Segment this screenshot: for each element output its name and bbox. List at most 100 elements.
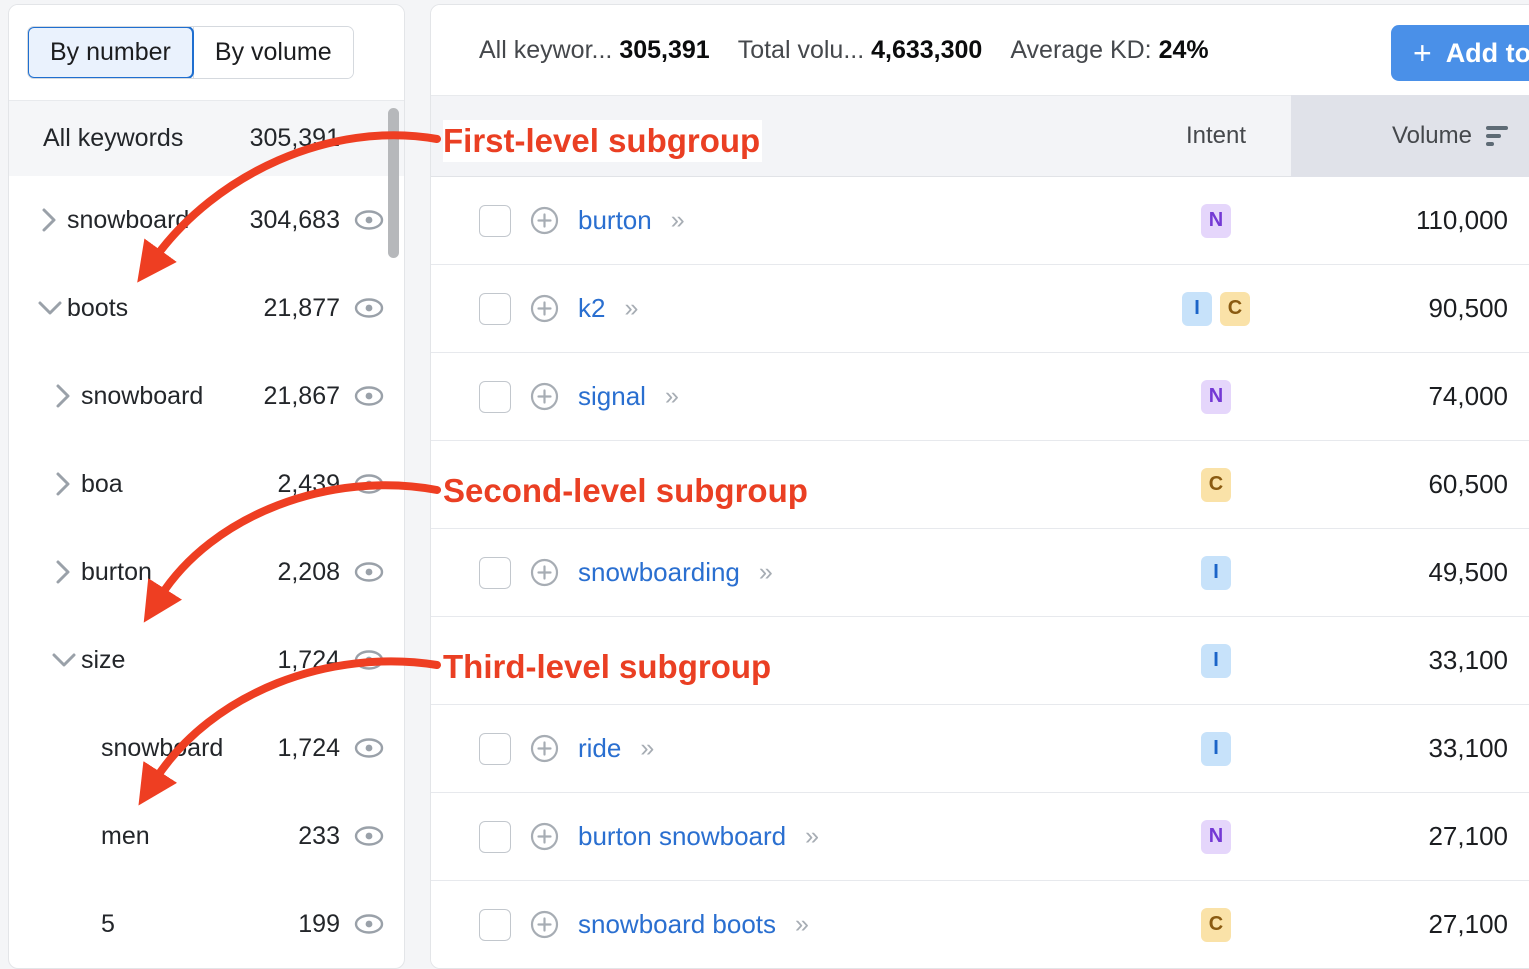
table-row[interactable]: burton snowboard » N 27,100 [431,793,1529,881]
chevron-right-icon[interactable] [33,207,67,233]
keyword-text[interactable]: snowboarding [578,557,740,588]
expand-keyword-icon[interactable]: » [805,824,819,849]
intent-badge[interactable]: C [1201,467,1231,502]
add-keyword-icon[interactable] [530,294,559,323]
add-keyword-icon[interactable] [530,822,559,851]
keyword-cell: burton snowboard » [431,820,1141,853]
eye-icon[interactable] [354,562,384,582]
add-keyword-icon[interactable] [530,734,559,763]
expand-keyword-icon[interactable]: » [759,560,773,585]
sidebar-scrollbar-track[interactable] [387,101,401,968]
expand-keyword-icon[interactable]: » [671,208,685,233]
tree-count: 1,724 [277,733,340,762]
intent-badge[interactable]: I [1201,643,1231,678]
expand-keyword-icon[interactable]: » [640,736,654,761]
table-row[interactable]: ride » I 33,100 [431,705,1529,793]
chevron-right-icon[interactable] [47,471,81,497]
tree-row-boa[interactable]: boa 2,439 [9,440,404,528]
keyword-cell: k2 » [431,292,1141,325]
keyword-text[interactable]: snowboard boots [578,909,776,940]
tree-row-men[interactable]: men 233 [9,792,404,880]
tree-count: 304,683 [249,205,340,234]
intent-badge[interactable]: I [1201,555,1231,590]
metric-label: Average KD: [1010,35,1152,64]
tree-count: 2,208 [277,557,340,586]
eye-icon[interactable] [354,474,384,494]
expand-keyword-icon[interactable]: » [624,296,638,321]
tree-label: boots [67,293,129,322]
tree-row-boots[interactable]: boots 21,877 [9,264,404,352]
volume-cell: 27,100 [1428,909,1508,939]
intent-badge[interactable]: I [1182,291,1212,326]
eye-icon[interactable] [354,298,384,318]
intent-badge[interactable]: C [1220,291,1250,326]
chevron-right-icon[interactable] [47,383,81,409]
summary-metrics-bar: All keywor... 305,391 Total volu... 4,63… [431,5,1529,95]
keyword-text[interactable]: ride [578,733,621,764]
expand-keyword-icon[interactable]: » [665,384,679,409]
tree-count: 21,877 [263,293,340,322]
add-keyword-icon[interactable] [530,910,559,939]
tree-label: boa [81,469,123,498]
segment-by-number[interactable]: By number [27,27,194,78]
tree-row-burton[interactable]: burton 2,208 [9,528,404,616]
segment-by-volume[interactable]: By volume [192,27,353,78]
intent-badge[interactable]: N [1201,819,1231,854]
row-checkbox[interactable] [479,820,511,853]
sort-descending-icon[interactable] [1486,126,1508,146]
intent-badge[interactable]: C [1201,907,1231,942]
tree-row-size[interactable]: size 1,724 [9,616,404,704]
keyword-text[interactable]: burton [578,205,652,236]
plus-icon: + [1413,35,1432,71]
intent-badge[interactable]: N [1201,203,1231,238]
intent-badge[interactable]: I [1201,731,1231,766]
expand-keyword-icon[interactable]: » [795,912,809,937]
table-row[interactable]: snowboarding » I 49,500 [431,529,1529,617]
table-row[interactable]: k2 » I C 90,500 [431,265,1529,353]
chevron-down-icon[interactable] [47,651,81,669]
chevron-down-icon[interactable] [33,299,67,317]
row-checkbox[interactable] [479,908,511,941]
sidebar-toolbar: By number By volume [9,5,404,101]
tree-row-all-keywords[interactable]: All keywords 305,391 [9,101,404,176]
intent-cell: I [1141,643,1291,678]
column-header-volume[interactable]: Volume [1291,95,1529,177]
volume-cell: 33,100 [1428,733,1508,763]
eye-icon[interactable] [354,738,384,758]
tree-label: All keywords [43,124,184,152]
table-row[interactable]: burton » N 110,000 [431,177,1529,265]
tree-label: men [101,821,150,850]
eye-icon[interactable] [354,386,384,406]
table-row[interactable]: signal » N 74,000 [431,353,1529,441]
row-checkbox[interactable] [479,204,511,237]
row-checkbox[interactable] [479,732,511,765]
eye-icon[interactable] [354,826,384,846]
add-keyword-icon[interactable] [530,206,559,235]
add-to-button[interactable]: + Add to [1391,25,1529,81]
sidebar-scrollbar-thumb[interactable] [388,108,399,258]
keyword-text[interactable]: signal [578,381,646,412]
annotation-label-third-level: Third-level subgroup [443,648,772,685]
tree-row-boots-snowboard[interactable]: snowboard 21,867 [9,352,404,440]
tree-row-5[interactable]: 5 199 [9,880,404,968]
row-checkbox[interactable] [479,556,511,589]
add-keyword-icon[interactable] [530,382,559,411]
eye-icon[interactable] [354,650,384,670]
tree-row-snowboard[interactable]: snowboard 304,683 [9,176,404,264]
eye-icon[interactable] [354,914,384,934]
intent-cell: I [1141,731,1291,766]
eye-icon[interactable] [354,210,384,230]
row-checkbox[interactable] [479,380,511,413]
metric-value: 24% [1158,35,1209,64]
column-header-intent[interactable]: Intent [1141,122,1291,150]
table-row[interactable]: snowboard boots » C 27,100 [431,881,1529,968]
metric-average-kd: Average KD: 24% [1010,36,1208,65]
chevron-right-icon[interactable] [47,559,81,585]
row-checkbox[interactable] [479,292,511,325]
add-keyword-icon[interactable] [530,558,559,587]
tree-row-size-snowboard[interactable]: snowboard 1,724 [9,704,404,792]
keyword-text[interactable]: burton snowboard [578,821,786,852]
sort-mode-segmented-control[interactable]: By number By volume [27,26,354,79]
intent-badge[interactable]: N [1201,379,1231,414]
keyword-text[interactable]: k2 [578,293,605,324]
